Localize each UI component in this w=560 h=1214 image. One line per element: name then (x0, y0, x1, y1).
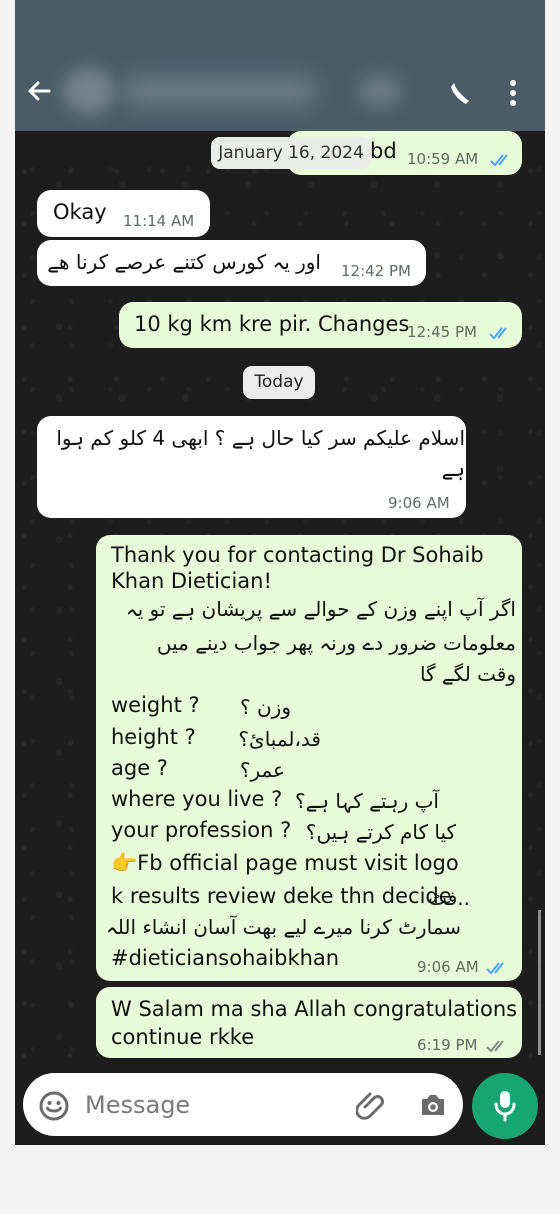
read-ticks-icon (490, 154, 508, 167)
message-text: bd (370, 139, 397, 163)
message-text: W Salam ma sha Allah congratulations (111, 997, 518, 1021)
message-text: اگر آپ اپنے وزن کے حوالے سے پریشان ہے تو… (125, 597, 516, 621)
message-bubble-incoming[interactable]: Okay 11:14 AM (37, 190, 210, 237)
message-text: ..فٹ (428, 886, 470, 910)
date-separator-today: Today (243, 366, 315, 399)
message-text: معلومات ضرور دے ورنہ پھر جواب دینے میں (156, 631, 516, 655)
message-text: Khan Dietician! (111, 569, 272, 593)
message-text: 10 kg km kre pir. Changes (134, 312, 410, 336)
message-text: height ? (111, 725, 196, 749)
message-time: 11:14 AM (123, 212, 195, 230)
delivered-ticks-icon (486, 1040, 504, 1053)
message-text-continued: ہے (441, 457, 465, 481)
scrollbar[interactable] (538, 910, 541, 1055)
message-text: where you live ? (111, 787, 283, 811)
message-text: weight ? (111, 693, 200, 717)
message-text: وقت لگے گا (419, 662, 516, 686)
message-placeholder: Message (85, 1091, 191, 1119)
date-separator: January 16, 2024 (211, 137, 371, 169)
blurred-avatar[interactable] (63, 68, 115, 114)
message-time: 12:42 PM (341, 262, 411, 280)
message-time: 10:59 AM (407, 150, 479, 168)
message-text: Thank you for contacting Dr Sohaib (111, 543, 484, 567)
message-bubble-outgoing[interactable]: Thank you for contacting Dr Sohaib Khan … (96, 535, 522, 981)
camera-icon[interactable] (416, 1091, 448, 1119)
read-ticks-icon (489, 327, 507, 340)
message-text: Okay (53, 200, 107, 224)
message-bubble-incoming[interactable]: اسلام علیکم سر کیا حال ہے ؟ ابھی 4 کلو ک… (37, 416, 466, 518)
dots-vertical-icon[interactable] (505, 79, 521, 107)
paperclip-icon[interactable] (356, 1090, 386, 1120)
message-text: k results review deke thn decide (111, 884, 452, 908)
message-input[interactable]: Message (23, 1073, 463, 1136)
message-text: کیا کام کرتے ہیں؟ (305, 820, 456, 844)
blurred-video-icon[interactable] (360, 76, 400, 106)
emoji-icon[interactable] (38, 1090, 70, 1122)
message-text: آپ رہتے کہا ہے؟ (295, 789, 439, 813)
chat-screen: bd 10:59 AM January 16, 2024 Okay 11:14 … (15, 0, 545, 1145)
message-text: قد،لمبائ؟ (238, 727, 321, 751)
message-bubble-outgoing[interactable]: 10 kg km kre pir. Changes 12:45 PM (119, 302, 522, 348)
message-bubble-outgoing[interactable]: W Salam ma sha Allah congratulations con… (96, 987, 522, 1058)
message-text: continue rkke (111, 1025, 255, 1049)
read-ticks-icon (486, 962, 504, 975)
message-time: 9:06 AM (417, 958, 479, 976)
microphone-button[interactable] (472, 1073, 538, 1139)
message-text: عمر؟ (239, 758, 285, 782)
message-time: 9:06 AM (388, 494, 450, 512)
message-text: وزن ؟ (240, 695, 291, 719)
microphone-icon (494, 1091, 516, 1122)
message-text: your profession ? (111, 818, 292, 842)
arrow-left-icon[interactable] (25, 76, 53, 106)
message-text: سمارٹ کرنا میرے لیے بھت آسان انشاء اللہ (106, 915, 461, 939)
message-text: اسلام علیکم سر کیا حال ہے ؟ ابھی 4 کلو ک… (56, 426, 465, 450)
message-text: age ? (111, 756, 168, 780)
message-text: اور یہ کورس کتنے عرصے کرنا ھے (47, 250, 321, 274)
chat-header (15, 0, 545, 131)
phone-icon[interactable] (447, 80, 471, 106)
message-time: 6:19 PM (417, 1036, 478, 1054)
message-text: #dieticiansohaibkhan (111, 946, 340, 970)
blurred-contact-name[interactable] (125, 75, 315, 107)
message-bubble-incoming[interactable]: اور یہ کورس کتنے عرصے کرنا ھے 12:42 PM (37, 240, 426, 286)
message-time: 12:45 PM (407, 323, 477, 341)
message-text: 👉Fb official page must visit logo (111, 851, 459, 875)
